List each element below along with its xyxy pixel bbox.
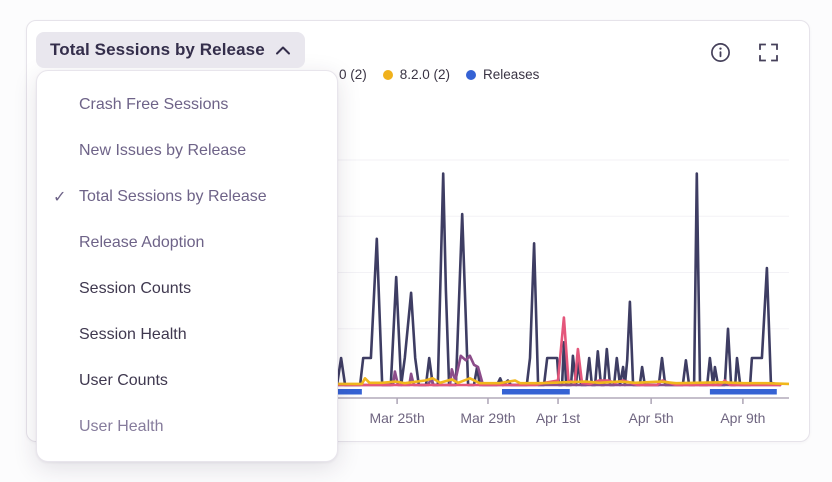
menu-item-label: User Health	[79, 418, 163, 436]
release-bar[interactable]	[502, 389, 570, 395]
legend-item[interactable]: 8.2.0 (2)	[383, 67, 450, 82]
x-axis-tick-label: Apr 1st	[536, 410, 580, 426]
sessions-chart[interactable]	[337, 108, 789, 408]
x-axis-labels: Mar 25th Mar 29th Apr 1st Apr 5th Apr 9th	[337, 410, 789, 430]
menu-item-release-adoption[interactable]: Release Adoption	[37, 220, 337, 266]
menu-item-crash-free-sessions[interactable]: Crash Free Sessions	[37, 82, 337, 128]
menu-item-session-health[interactable]: Session Health	[37, 312, 337, 358]
dashboard-page: Mar 25th Mar 29th Apr 1st Apr 5th Apr 9th 0 …	[0, 0, 832, 482]
menu-item-label: New Issues by Release	[79, 142, 246, 160]
widget-title-dropdown-trigger[interactable]: Total Sessions by Release	[36, 32, 305, 68]
x-axis-tick-label: Mar 25th	[369, 410, 424, 426]
menu-item-new-issues-by-release[interactable]: New Issues by Release	[37, 128, 337, 174]
info-button[interactable]	[708, 40, 732, 64]
release-bar[interactable]	[710, 389, 777, 395]
menu-item-label: User Counts	[79, 372, 168, 390]
sessions-chart-svg	[337, 108, 789, 408]
check-icon: ✓	[53, 187, 73, 207]
release-navy-sessions-line	[337, 174, 780, 386]
menu-item-label: Crash Free Sessions	[79, 96, 228, 114]
x-axis-tick-label: Apr 9th	[720, 410, 765, 426]
legend-label: Releases	[483, 67, 539, 82]
legend-item[interactable]: 0 (2)	[339, 67, 367, 82]
menu-item-session-counts[interactable]: Session Counts	[37, 266, 337, 312]
legend-dot-icon	[466, 70, 476, 80]
x-axis-tick-label: Apr 5th	[629, 410, 674, 426]
menu-item-label: Total Sessions by Release	[79, 188, 267, 206]
chart-legend: 0 (2) 8.2.0 (2) Releases	[339, 67, 539, 82]
expand-button[interactable]	[756, 40, 780, 64]
x-axis-tick-label: Mar 29th	[460, 410, 515, 426]
menu-item-user-health[interactable]: User Health	[37, 404, 337, 450]
menu-item-label: Release Adoption	[79, 234, 204, 252]
legend-item[interactable]: Releases	[466, 67, 539, 82]
menu-item-label: Session Counts	[79, 280, 191, 298]
chevron-up-icon	[275, 46, 291, 55]
widget-type-dropdown-menu: Crash Free Sessions New Issues by Release…	[36, 70, 338, 462]
menu-item-user-counts[interactable]: User Counts	[37, 358, 337, 404]
menu-item-total-sessions-by-release[interactable]: ✓ Total Sessions by Release	[37, 174, 337, 220]
release-bar[interactable]	[337, 389, 362, 395]
fullscreen-icon	[759, 43, 778, 62]
legend-dot-icon	[383, 70, 393, 80]
legend-label: 8.2.0 (2)	[400, 67, 450, 82]
widget-title: Total Sessions by Release	[50, 40, 265, 60]
menu-item-label: Session Health	[79, 326, 187, 344]
info-icon	[710, 42, 731, 63]
legend-label: 0 (2)	[339, 67, 367, 82]
